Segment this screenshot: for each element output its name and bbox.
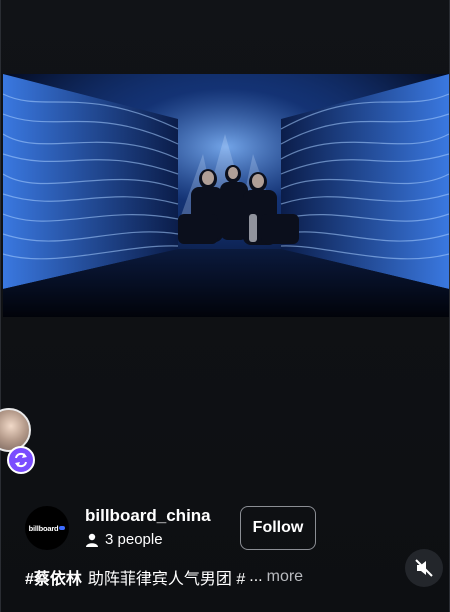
caption: #蔡依林 助阵菲律宾人气男团 # ... more <box>25 565 365 589</box>
person-icon <box>86 533 98 547</box>
follow-button[interactable]: Follow <box>240 506 316 550</box>
caption-hashtag[interactable]: #蔡依林 <box>25 565 82 589</box>
creator-avatar[interactable] <box>0 408 31 452</box>
audience-count-label: 3 people <box>105 531 163 548</box>
speaker-muted-icon <box>415 559 433 577</box>
post-container: billboard billboard_china 3 people Follo… <box>0 0 450 612</box>
caption-text: 助阵菲律宾人气男团 # <box>87 571 246 588</box>
author-name[interactable]: billboard_china <box>85 506 211 526</box>
concert-video-frame <box>3 74 449 317</box>
more-link[interactable]: more <box>267 568 303 586</box>
video-player[interactable] <box>3 74 449 317</box>
author-avatar[interactable]: billboard <box>25 506 69 550</box>
repost-icon <box>7 446 35 474</box>
mute-button[interactable] <box>405 549 443 587</box>
logo-mark <box>59 526 66 530</box>
audience-count: 3 people <box>85 531 163 548</box>
author-logo-text: billboard <box>28 523 59 533</box>
caption-ellipsis: ... <box>249 568 263 585</box>
